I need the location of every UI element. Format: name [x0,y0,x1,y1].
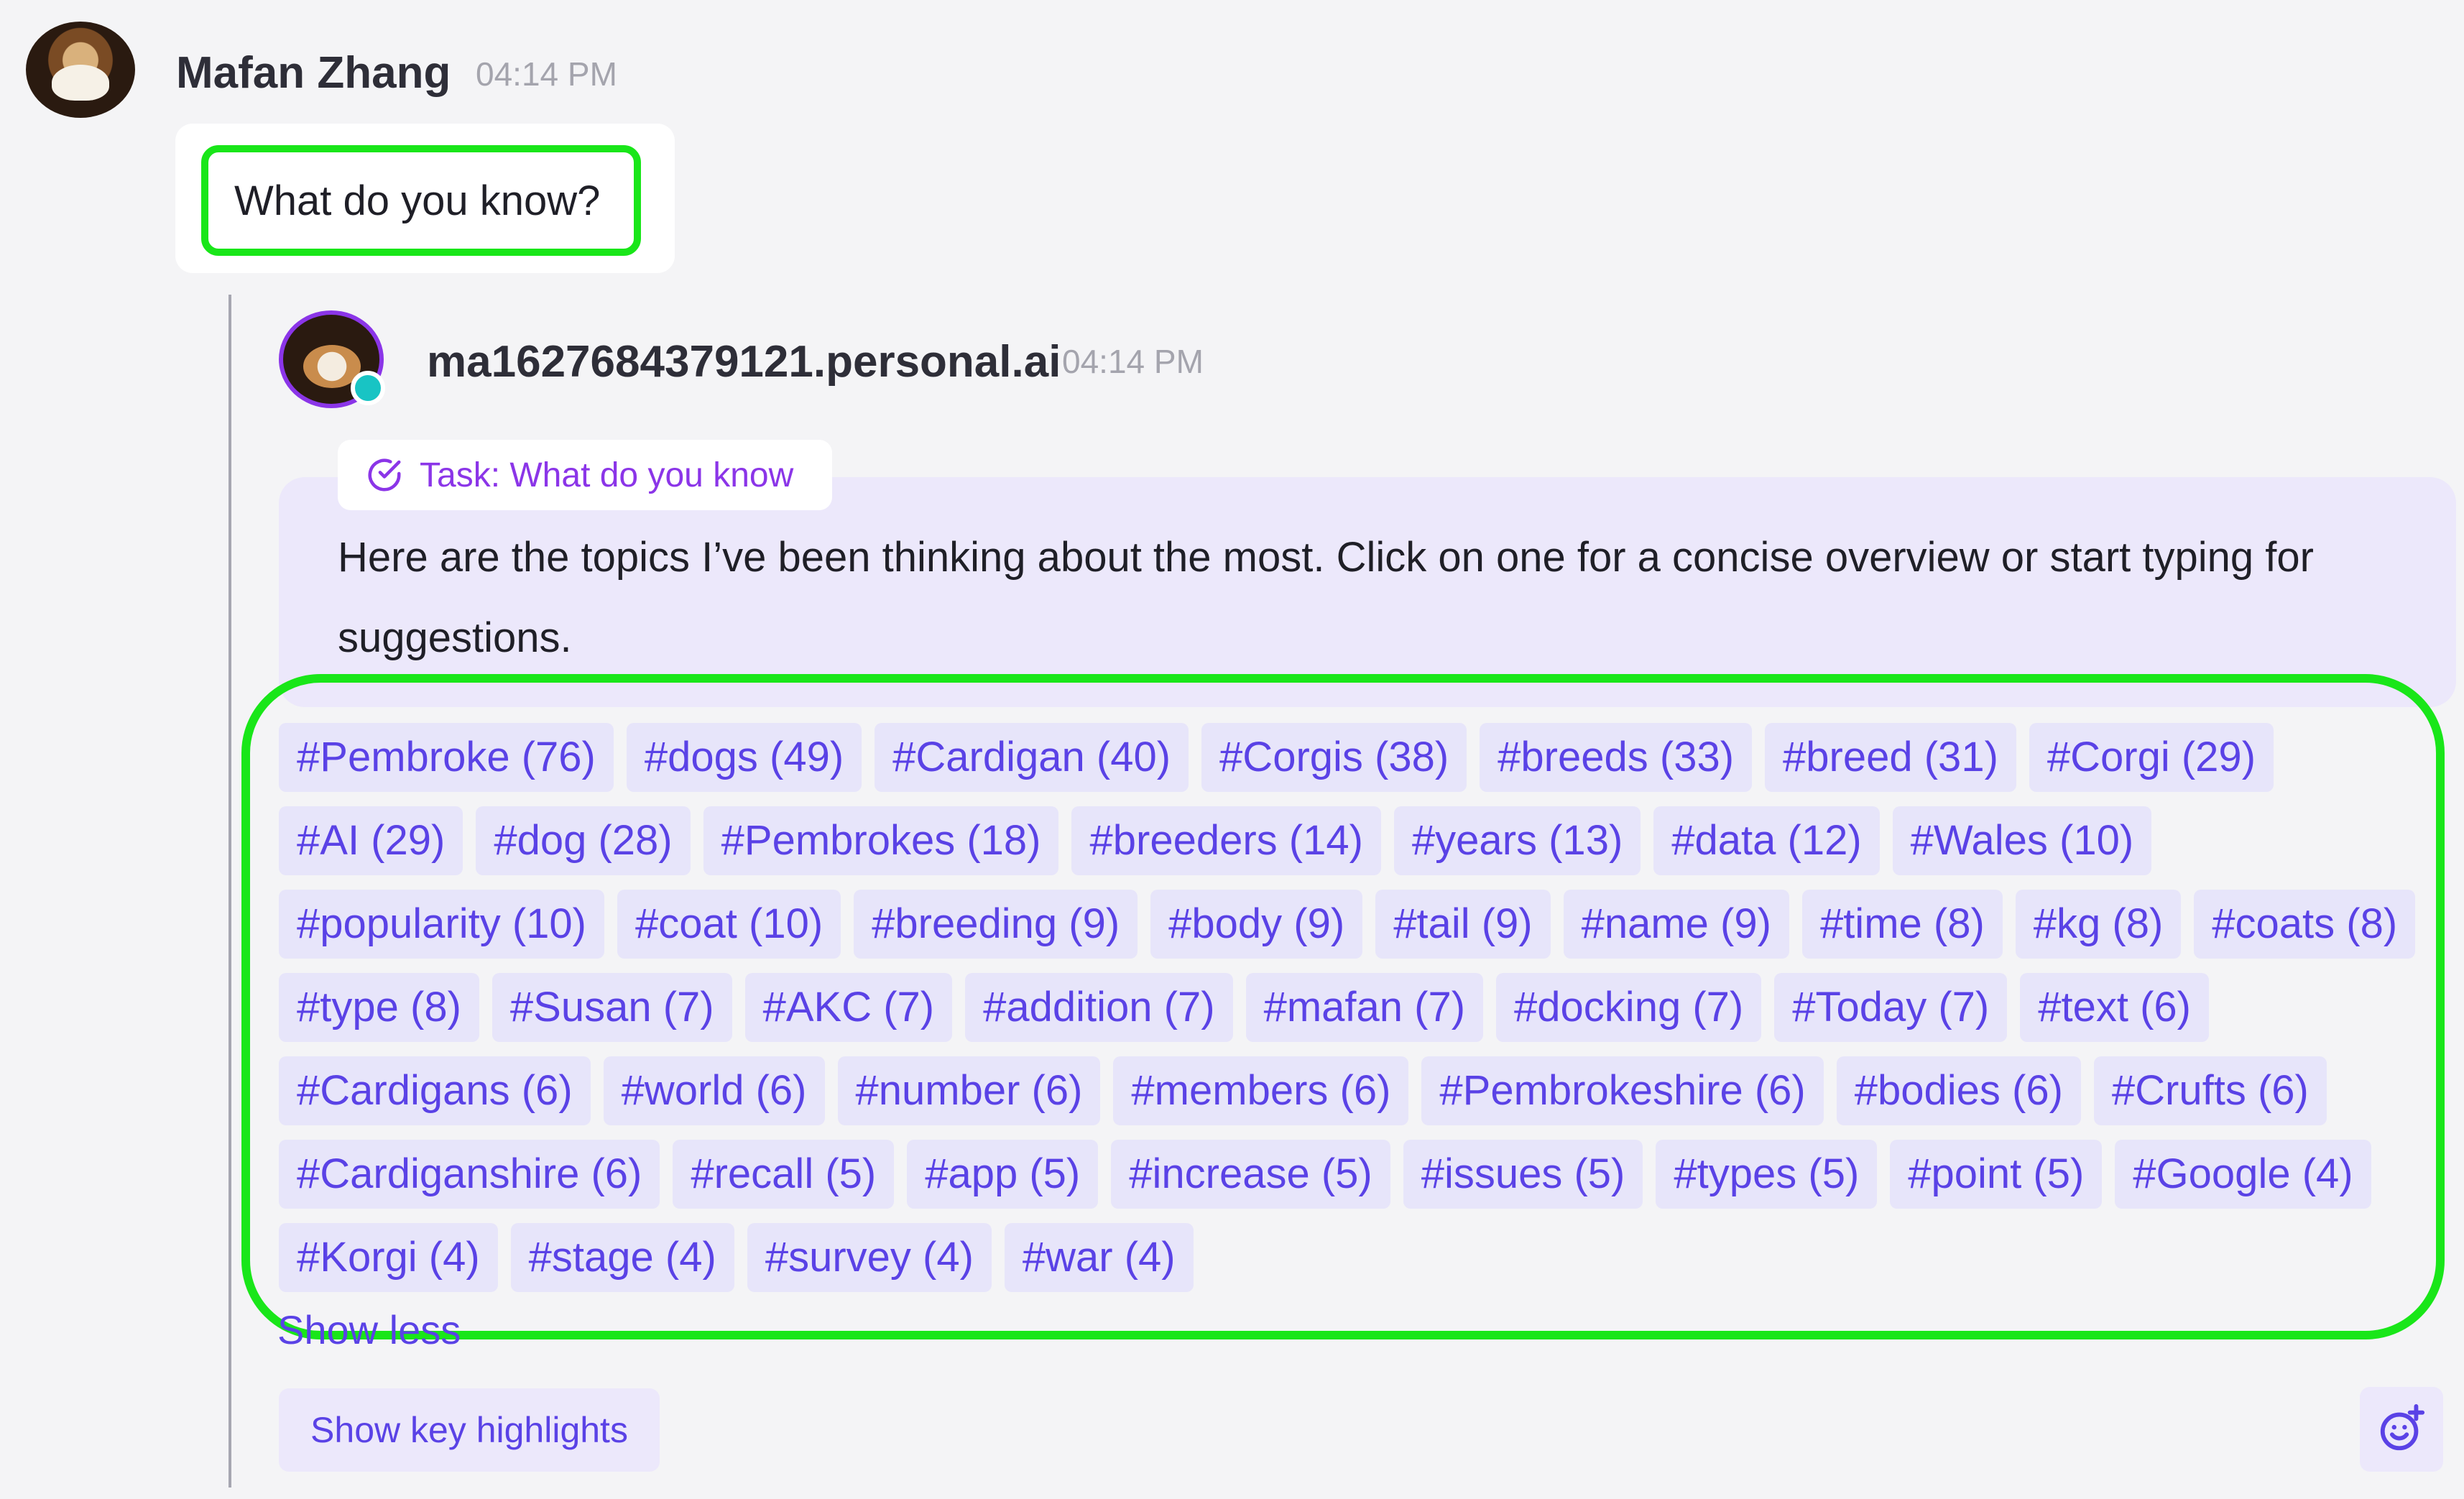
topic-chip[interactable]: #text (6) [2020,973,2209,1042]
topic-chip[interactable]: #dog (28) [476,806,691,875]
topic-chip[interactable]: #Susan (7) [492,973,732,1042]
topic-chip[interactable]: #tail (9) [1375,890,1551,959]
topic-chip[interactable]: #Korgi (4) [279,1223,498,1292]
topic-chip[interactable]: #app (5) [907,1140,1099,1209]
topic-chip[interactable]: #Pembrokeshire (6) [1421,1056,1824,1125]
topic-chip[interactable]: #stage (4) [510,1223,734,1292]
user-message-text: What do you know? [234,177,601,224]
user-avatar[interactable] [26,22,135,118]
ai-message-time: 04:14 PM [1062,343,1204,380]
add-reaction-button[interactable] [2360,1387,2443,1472]
topic-chip[interactable]: #members (6) [1113,1056,1409,1125]
topic-chip[interactable]: #breed (31) [1765,723,2016,792]
user-sender-name: Mafan Zhang [176,48,451,98]
topic-chip[interactable]: #Google (4) [2115,1140,2371,1209]
topic-chip[interactable]: #mafan (7) [1245,973,1484,1042]
ai-message-text: Here are the topics I’ve been thinking a… [338,534,2314,661]
topic-chip[interactable]: #AI (29) [279,806,463,875]
topic-chip[interactable]: #addition (7) [965,973,1233,1042]
topic-chip[interactable]: #AKC (7) [744,973,953,1042]
topic-chip[interactable]: #Cardiganshire (6) [279,1140,660,1209]
topic-chip[interactable]: #Wales (10) [1892,806,2152,875]
topic-chip[interactable]: #Today (7) [1774,973,2008,1042]
topic-chip[interactable]: #recall (5) [673,1140,895,1209]
topic-chip[interactable]: #body (9) [1150,890,1363,959]
topic-chip[interactable]: #Cardigans (6) [279,1056,591,1125]
topic-chip[interactable]: #point (5) [1890,1140,2103,1209]
ai-sender-name: ma1627684379121.personal.ai [427,337,1061,387]
task-label: Task: What do you know [420,456,794,494]
topic-chip[interactable]: #dogs (49) [626,723,862,792]
topic-chip[interactable]: #number (6) [837,1056,1101,1125]
topic-chip[interactable]: #Pembrokes (18) [703,806,1059,875]
topic-chip[interactable]: #war (4) [1004,1223,1194,1292]
user-message-time: 04:14 PM [476,55,617,93]
topic-chip[interactable]: #popularity (10) [279,890,604,959]
topic-chip[interactable]: #world (6) [603,1056,825,1125]
topic-chip[interactable]: #kg (8) [2015,890,2182,959]
topic-chip[interactable]: #data (12) [1653,806,1880,875]
topic-chip[interactable]: #increase (5) [1111,1140,1390,1209]
topic-chip[interactable]: #time (8) [1801,890,2003,959]
topic-chip[interactable]: #years (13) [1393,806,1641,875]
topic-chip[interactable]: #Corgi (29) [2029,723,2274,792]
topic-chip[interactable]: #issues (5) [1403,1140,1643,1209]
topic-chip[interactable]: #Corgis (38) [1201,723,1467,792]
topic-chip[interactable]: #coat (10) [617,890,841,959]
topic-chip[interactable]: #types (5) [1656,1140,1878,1209]
thread-line [229,295,231,1488]
topic-chip[interactable]: #Pembroke (76) [279,723,614,792]
topic-chip-list: #Pembroke (76) #dogs (49) #Cardigan (40) #C… [279,723,2420,1292]
topic-chip[interactable]: #Cardigan (40) [875,723,1189,792]
topic-chip[interactable]: #bodies (6) [1836,1056,2081,1125]
topic-chip[interactable]: #breeding (9) [854,890,1138,959]
topic-chip[interactable]: #survey (4) [747,1223,992,1292]
show-key-highlights-button[interactable]: Show key highlights [279,1388,660,1472]
topic-chip[interactable]: #type (8) [279,973,479,1042]
check-circle-icon [368,458,401,492]
topic-chip[interactable]: #coats (8) [2194,890,2416,959]
show-less-link[interactable]: Show less [277,1306,461,1353]
topic-chip[interactable]: #breeders (14) [1071,806,1381,875]
task-badge[interactable]: Task: What do you know [338,440,832,510]
emoji-add-icon [2380,1404,2425,1451]
topic-chip[interactable]: #docking (7) [1496,973,1762,1042]
topic-chip[interactable]: #Crufts (6) [2093,1056,2327,1125]
online-status-indicator [351,371,385,405]
topic-chip[interactable]: #breeds (33) [1480,723,1753,792]
topic-chip[interactable]: #name (9) [1563,890,1789,959]
